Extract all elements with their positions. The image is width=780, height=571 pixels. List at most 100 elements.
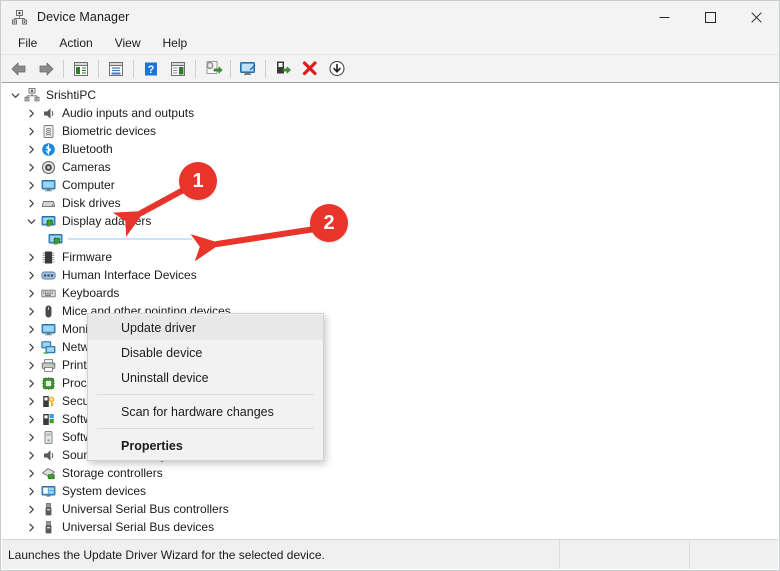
camera-icon <box>39 159 57 175</box>
chevron-right-icon[interactable] <box>24 253 39 262</box>
software-component-icon <box>39 411 57 427</box>
chevron-right-icon[interactable] <box>24 415 39 424</box>
bluetooth-icon <box>39 141 57 157</box>
tree-item-human-interface-devices[interactable]: Human Interface Devices <box>2 266 778 284</box>
chevron-right-icon[interactable] <box>24 505 39 514</box>
back-icon[interactable] <box>6 57 31 80</box>
chevron-right-icon[interactable] <box>24 379 39 388</box>
keyboard-icon <box>39 285 57 301</box>
menu-view[interactable]: View <box>104 34 152 54</box>
chevron-right-icon[interactable] <box>24 433 39 442</box>
forward-icon[interactable] <box>33 57 58 80</box>
chevron-right-icon[interactable] <box>24 127 39 136</box>
menu-action[interactable]: Action <box>48 34 103 54</box>
chevron-right-icon[interactable] <box>24 199 39 208</box>
tree-item-cameras[interactable]: Cameras <box>2 158 778 176</box>
chevron-right-icon[interactable] <box>24 145 39 154</box>
chevron-right-icon[interactable] <box>24 325 39 334</box>
hid-icon <box>39 267 57 283</box>
enable-device-icon[interactable] <box>270 57 295 80</box>
device-tree-panel[interactable]: SrishtiPC Audio inputs and outputs Biome… <box>2 82 778 540</box>
computer-root-icon <box>23 87 41 103</box>
tree-item-label: Audio inputs and outputs <box>62 106 195 120</box>
status-pane-3 <box>690 540 778 569</box>
chevron-right-icon[interactable] <box>24 343 39 352</box>
disk-drive-icon <box>39 195 57 211</box>
chevron-right-icon[interactable] <box>24 307 39 316</box>
chevron-right-icon[interactable] <box>24 451 39 460</box>
title-bar[interactable]: Device Manager <box>1 1 779 33</box>
context-menu-item-disable-device[interactable]: Disable device <box>88 340 323 365</box>
properties-icon[interactable] <box>103 57 128 80</box>
chevron-right-icon[interactable] <box>24 397 39 406</box>
tree-item-label: Computer <box>62 178 115 192</box>
device-manager-window: Device Manager File Action View Help ? S… <box>0 0 780 571</box>
chevron-right-icon[interactable] <box>24 271 39 280</box>
tree-item-bluetooth[interactable]: Bluetooth <box>2 140 778 158</box>
window-title: Device Manager <box>37 10 130 24</box>
tree-item-display-adapters[interactable]: Display adapters <box>2 212 778 230</box>
status-message: Launches the Update Driver Wizard for th… <box>2 540 560 569</box>
chevron-right-icon[interactable] <box>24 361 39 370</box>
tree-item-label: Human Interface Devices <box>62 268 197 282</box>
context-menu-item-update-driver[interactable]: Update driver <box>88 315 323 340</box>
tree-item-selected-display-adapter[interactable] <box>2 230 778 248</box>
show-hide-console-tree-icon[interactable] <box>68 57 93 80</box>
usb-icon <box>39 501 57 517</box>
toolbar: ? <box>1 55 779 83</box>
tree-item-label: System devices <box>62 484 147 498</box>
chevron-right-icon[interactable] <box>24 289 39 298</box>
scan-for-hardware-changes-icon[interactable] <box>235 57 260 80</box>
processor-icon <box>39 375 57 391</box>
chevron-right-icon[interactable] <box>24 523 39 532</box>
chevron-down-icon[interactable] <box>8 91 23 100</box>
tree-item-label: Bluetooth <box>62 142 113 156</box>
tree-item-label: Universal Serial Bus controllers <box>62 502 229 516</box>
chevron-right-icon[interactable] <box>24 469 39 478</box>
system-device-icon <box>39 483 57 499</box>
disable-device-icon[interactable] <box>324 57 349 80</box>
maximize-button[interactable] <box>687 1 733 33</box>
tree-root-srishtipc[interactable]: SrishtiPC <box>2 86 778 104</box>
tree-item-audio-inputs-and-outputs[interactable]: Audio inputs and outputs <box>2 104 778 122</box>
update-driver-icon[interactable] <box>200 57 225 80</box>
menu-help[interactable]: Help <box>152 34 199 54</box>
chevron-right-icon[interactable] <box>24 163 39 172</box>
menu-file[interactable]: File <box>7 34 48 54</box>
close-button[interactable] <box>733 1 779 33</box>
software-device-icon <box>39 429 57 445</box>
tree-item-label: Cameras <box>62 160 111 174</box>
toolbar-separator <box>195 59 196 78</box>
tree-item-firmware[interactable]: Firmware <box>2 248 778 266</box>
speaker-icon <box>39 447 57 463</box>
status-bar: Launches the Update Driver Wizard for th… <box>2 539 778 569</box>
tree-item-label: Storage controllers <box>62 466 163 480</box>
network-adapter-icon <box>39 339 57 355</box>
chevron-right-icon[interactable] <box>24 487 39 496</box>
toolbar-separator <box>133 59 134 78</box>
context-menu-item-scan-for-hardware-changes[interactable]: Scan for hardware changes <box>88 399 323 424</box>
monitor-icon <box>39 177 57 193</box>
minimize-button[interactable] <box>641 1 687 33</box>
tree-item-universal-serial-bus-controllers[interactable]: Universal Serial Bus controllers <box>2 500 778 518</box>
context-menu-item-properties[interactable]: Properties <box>88 433 323 458</box>
chevron-down-icon[interactable] <box>24 217 39 226</box>
tree-item-system-devices[interactable]: System devices <box>2 482 778 500</box>
uninstall-device-icon[interactable] <box>297 57 322 80</box>
display-adapter-icon <box>46 231 64 247</box>
tree-item-keyboards[interactable]: Keyboards <box>2 284 778 302</box>
chevron-right-icon[interactable] <box>24 181 39 190</box>
tree-item-computer[interactable]: Computer <box>2 176 778 194</box>
chevron-right-icon[interactable] <box>24 109 39 118</box>
tree-item-disk-drives[interactable]: Disk drives <box>2 194 778 212</box>
context-menu-separator <box>97 394 314 395</box>
context-menu-item-uninstall-device[interactable]: Uninstall device <box>88 365 323 390</box>
tree-item-biometric-devices[interactable]: Biometric devices <box>2 122 778 140</box>
toolbar-separator <box>63 59 64 78</box>
help-icon[interactable]: ? <box>138 57 163 80</box>
tree-item-storage-controllers[interactable]: Storage controllers <box>2 464 778 482</box>
show-hide-action-pane-icon[interactable] <box>165 57 190 80</box>
tree-item-universal-serial-bus-devices[interactable]: Universal Serial Bus devices <box>2 518 778 536</box>
svg-text:?: ? <box>147 64 154 76</box>
status-pane-2 <box>560 540 690 569</box>
